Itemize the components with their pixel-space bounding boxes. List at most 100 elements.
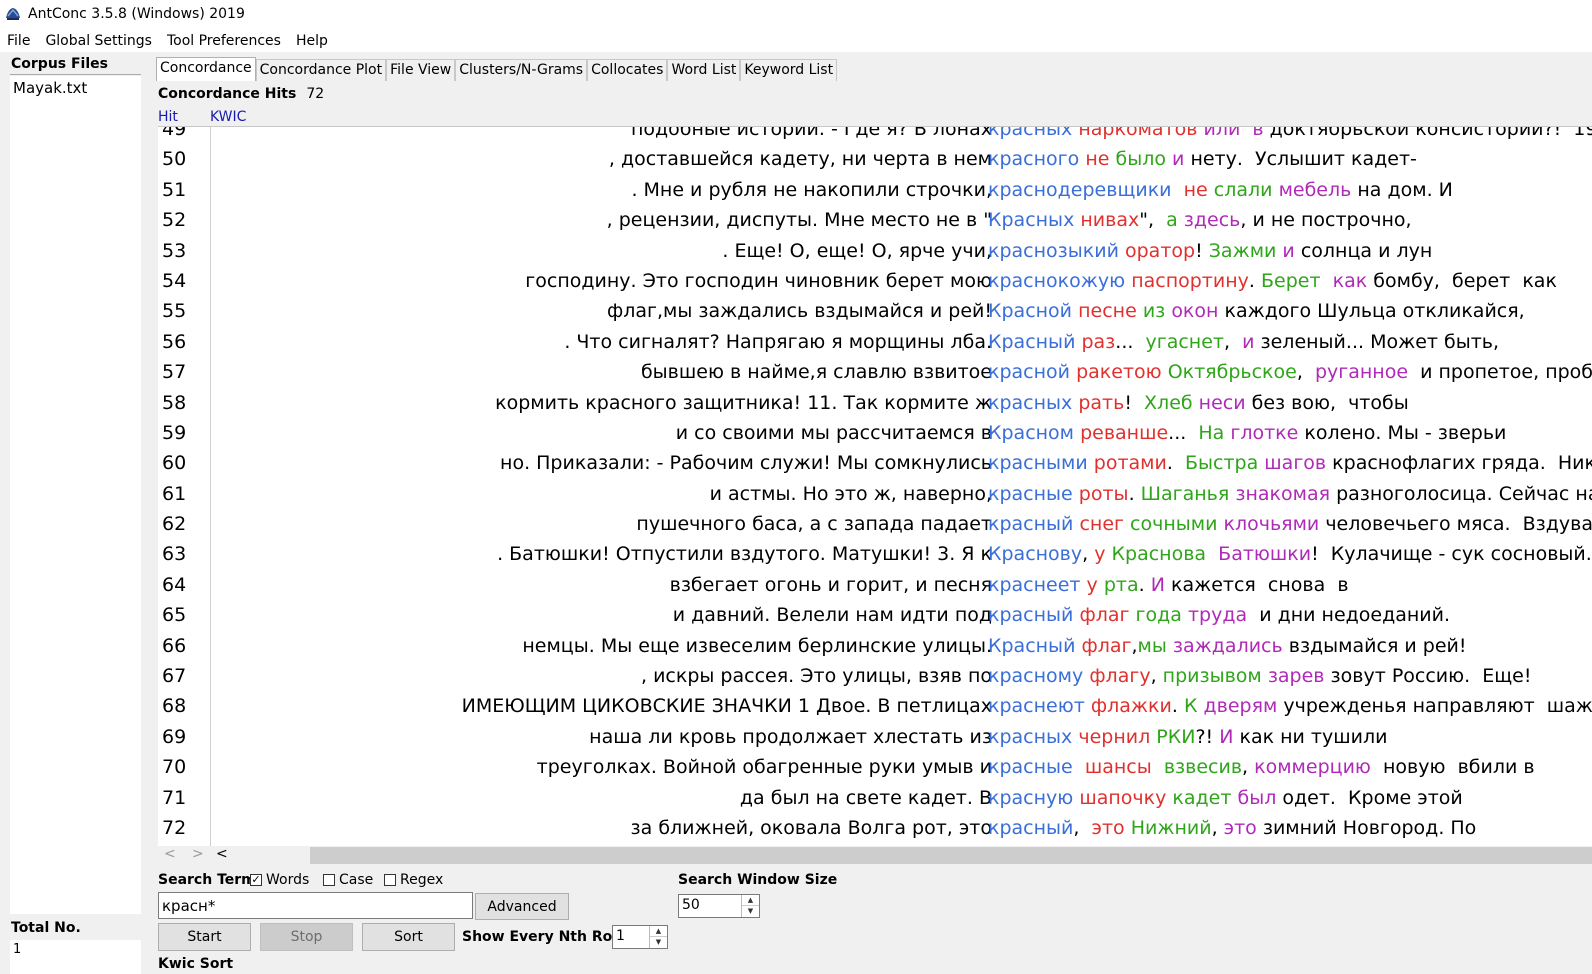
scroll-left-icon[interactable]: < <box>216 846 228 862</box>
concordance-row[interactable]: 67 , искры рассея. Это улицы, взяв по крас… <box>158 661 1592 691</box>
concordance-row[interactable]: 51 . Мне и рубля не накопили строчки, крас… <box>158 175 1592 205</box>
tab-clusters-ngrams[interactable]: Clusters/N-Grams <box>455 59 588 81</box>
words-checkbox[interactable]: ✓ Words <box>250 872 309 888</box>
collocate-word: шансы <box>1084 756 1152 779</box>
search-window-size-spinner[interactable]: 50 ▲ ▼ <box>678 894 760 918</box>
scroll-left-far-icon[interactable]: < <box>164 846 176 862</box>
keyword-hit[interactable]: красного <box>988 148 1079 170</box>
spin-up-icon[interactable]: ▲ <box>742 895 759 906</box>
concordance-row[interactable]: 72 за ближней, оковала Волга рот, это крас… <box>158 813 1592 843</box>
concordance-row[interactable]: 59 и со своими мы рассчитаемся в Красном р… <box>158 418 1592 448</box>
concordance-row[interactable]: 71 да был на свете кадет. Вкрасную шапочк… <box>158 783 1592 813</box>
context-text: , <box>1150 665 1163 688</box>
keyword-hit[interactable]: краснеют <box>988 695 1085 717</box>
concordance-results[interactable]: 49 подобные истории. - Где я? В лонах крас… <box>158 126 1592 846</box>
nth-row-spinner[interactable]: 1 ▲ ▼ <box>612 925 668 949</box>
concordance-row[interactable]: 69 наша ли кровь продолжает хлестать из кр… <box>158 722 1592 752</box>
case-checkbox[interactable]: Case <box>323 872 373 888</box>
case-checkbox-box[interactable] <box>323 874 335 886</box>
keyword-hit[interactable]: красных <box>988 127 1072 140</box>
menu-help[interactable]: Help <box>295 32 329 50</box>
scrollbar-thumb[interactable] <box>310 847 1592 864</box>
start-button[interactable]: Start <box>158 923 251 951</box>
tab-collocates[interactable]: Collocates <box>587 59 668 81</box>
concordance-row[interactable]: 54 господину. Это господин чиновник берет… <box>158 266 1592 296</box>
left-context: и со своими мы рассчитаемся в <box>675 421 992 444</box>
nth-row-arrows[interactable]: ▲ ▼ <box>649 926 667 948</box>
left-context: кормить красного защитника! 11. Так корм… <box>495 391 992 414</box>
tab-word-list[interactable]: Word List <box>667 59 741 81</box>
keyword-hit[interactable]: красному <box>988 665 1083 687</box>
keyword-hit[interactable]: Красный <box>988 331 1075 353</box>
stop-button[interactable]: Stop <box>260 923 353 951</box>
concordance-row[interactable]: 53 . Еще! О, еще! О, ярче учи, краснозыкий… <box>158 236 1592 266</box>
regex-checkbox-box[interactable] <box>384 874 396 886</box>
title-bar: AntConc 3.5.8 (Windows) 2019 <box>0 0 1592 28</box>
tab-concordance[interactable]: Concordance <box>156 57 256 81</box>
menu-global-settings[interactable]: Global Settings <box>44 32 153 50</box>
keyword-hit[interactable]: красные <box>988 756 1073 778</box>
keyword-hit[interactable]: краснозыкий <box>988 240 1119 262</box>
keyword-hit[interactable]: краснодеревщики <box>988 179 1172 201</box>
corpus-file-list[interactable]: Mayak.txt <box>10 76 141 914</box>
concordance-row[interactable]: 61 и астмы. Но это ж, наверно, красные рот… <box>158 479 1592 509</box>
keyword-hit[interactable]: краснеет <box>988 574 1081 596</box>
concordance-row[interactable]: 65 и давний. Велели нам идти под красный ф… <box>158 600 1592 630</box>
concordance-row[interactable]: 58 кормить красного защитника! 11. Так ко… <box>158 388 1592 418</box>
concordance-row[interactable]: 50 , доставшейся кадету, ни черта в нем кр… <box>158 144 1592 174</box>
concordance-row[interactable]: 55 флаг,мы заждались вздымайся и рей! Крас… <box>158 296 1592 326</box>
menu-file[interactable]: File <box>6 32 31 50</box>
column-header-hit[interactable]: Hit <box>158 109 178 125</box>
sort-button[interactable]: Sort <box>362 923 455 951</box>
keyword-hit[interactable]: красную <box>988 787 1073 809</box>
keyword-hit[interactable]: Красной <box>988 300 1072 322</box>
concordance-row[interactable]: 52 , рецензии, диспуты. Мне место не в " К… <box>158 205 1592 235</box>
concordance-row[interactable]: 70 треуголках. Войной обагренные руки умы… <box>158 752 1592 782</box>
keyword-hit[interactable]: красных <box>988 392 1072 414</box>
search-window-size-arrows[interactable]: ▲ ▼ <box>741 895 759 917</box>
keyword-hit[interactable]: Красных <box>988 209 1074 231</box>
hit-number: 71 <box>162 786 187 809</box>
search-term-input[interactable] <box>158 892 473 919</box>
context-text: как ни тушили <box>1233 725 1388 748</box>
keyword-hit[interactable]: Красном <box>988 422 1074 444</box>
concordance-row[interactable]: 60 но. Приказали: - Рабочим служи! Мы сом… <box>158 448 1592 478</box>
spin-down-icon[interactable]: ▼ <box>742 906 759 917</box>
keyword-hit[interactable]: Краснову <box>988 543 1082 565</box>
tab-concordance-plot[interactable]: Concordance Plot <box>255 59 387 81</box>
left-context: и астмы. Но это ж, наверно, <box>709 482 992 505</box>
concordance-row[interactable]: 64 взбегает огонь и горит, и песня краснее… <box>158 570 1592 600</box>
concordance-row[interactable]: 63 . Батюшки! Отпустили вздутого. Матушки… <box>158 539 1592 569</box>
search-window-size-value[interactable]: 50 <box>682 897 700 913</box>
regex-checkbox[interactable]: Regex <box>384 872 443 888</box>
tab-file-view[interactable]: File View <box>386 59 456 81</box>
concordance-row[interactable]: 57 бывшею в найме,я славлю взвитое красной… <box>158 357 1592 387</box>
keyword-hit[interactable]: красный <box>988 604 1073 626</box>
concordance-row[interactable]: 56 . Что сигналят? Напрягаю я морщины лба… <box>158 327 1592 357</box>
keyword-hit[interactable]: красный <box>988 817 1073 839</box>
corpus-file-item[interactable]: Mayak.txt <box>13 79 87 97</box>
concordance-row[interactable]: 49 подобные истории. - Где я? В лонах крас… <box>158 127 1592 144</box>
spin-down-icon[interactable]: ▼ <box>650 937 667 948</box>
nth-row-value[interactable]: 1 <box>616 928 625 944</box>
keyword-hit[interactable]: красных <box>988 726 1072 748</box>
horizontal-scrollbar[interactable]: < > < <box>158 846 1592 864</box>
keyword-hit[interactable]: красный <box>988 513 1073 535</box>
concordance-row[interactable]: 62 пушечного баса, а с запада падает красн… <box>158 509 1592 539</box>
kwic-right-context: краснодеревщики не слали мебель на дом. … <box>988 175 1453 205</box>
scroll-right-icon[interactable]: > <box>192 846 204 862</box>
keyword-hit[interactable]: красной <box>988 361 1070 383</box>
column-header-kwic[interactable]: KWIC <box>210 109 246 125</box>
words-checkbox-box[interactable]: ✓ <box>250 874 262 886</box>
tab-keyword-list[interactable]: Keyword List <box>740 59 838 81</box>
left-context: и давний. Велели нам идти под <box>672 604 992 627</box>
keyword-hit[interactable]: краснокожую <box>988 270 1125 292</box>
advanced-button[interactable]: Advanced <box>475 893 569 920</box>
menu-tool-preferences[interactable]: Tool Preferences <box>166 32 282 50</box>
keyword-hit[interactable]: Красный <box>988 635 1075 657</box>
concordance-row[interactable]: 68 ИМЕЮЩИМ ЦИКОВСКИЕ ЗНАЧКИ 1 Двое. В пет… <box>158 691 1592 721</box>
keyword-hit[interactable]: красные <box>988 483 1073 505</box>
keyword-hit[interactable]: красными <box>988 452 1088 474</box>
concordance-row[interactable]: 66 немцы. Мы еще извеселим берлинские ули… <box>158 631 1592 661</box>
spin-up-icon[interactable]: ▲ <box>650 926 667 937</box>
